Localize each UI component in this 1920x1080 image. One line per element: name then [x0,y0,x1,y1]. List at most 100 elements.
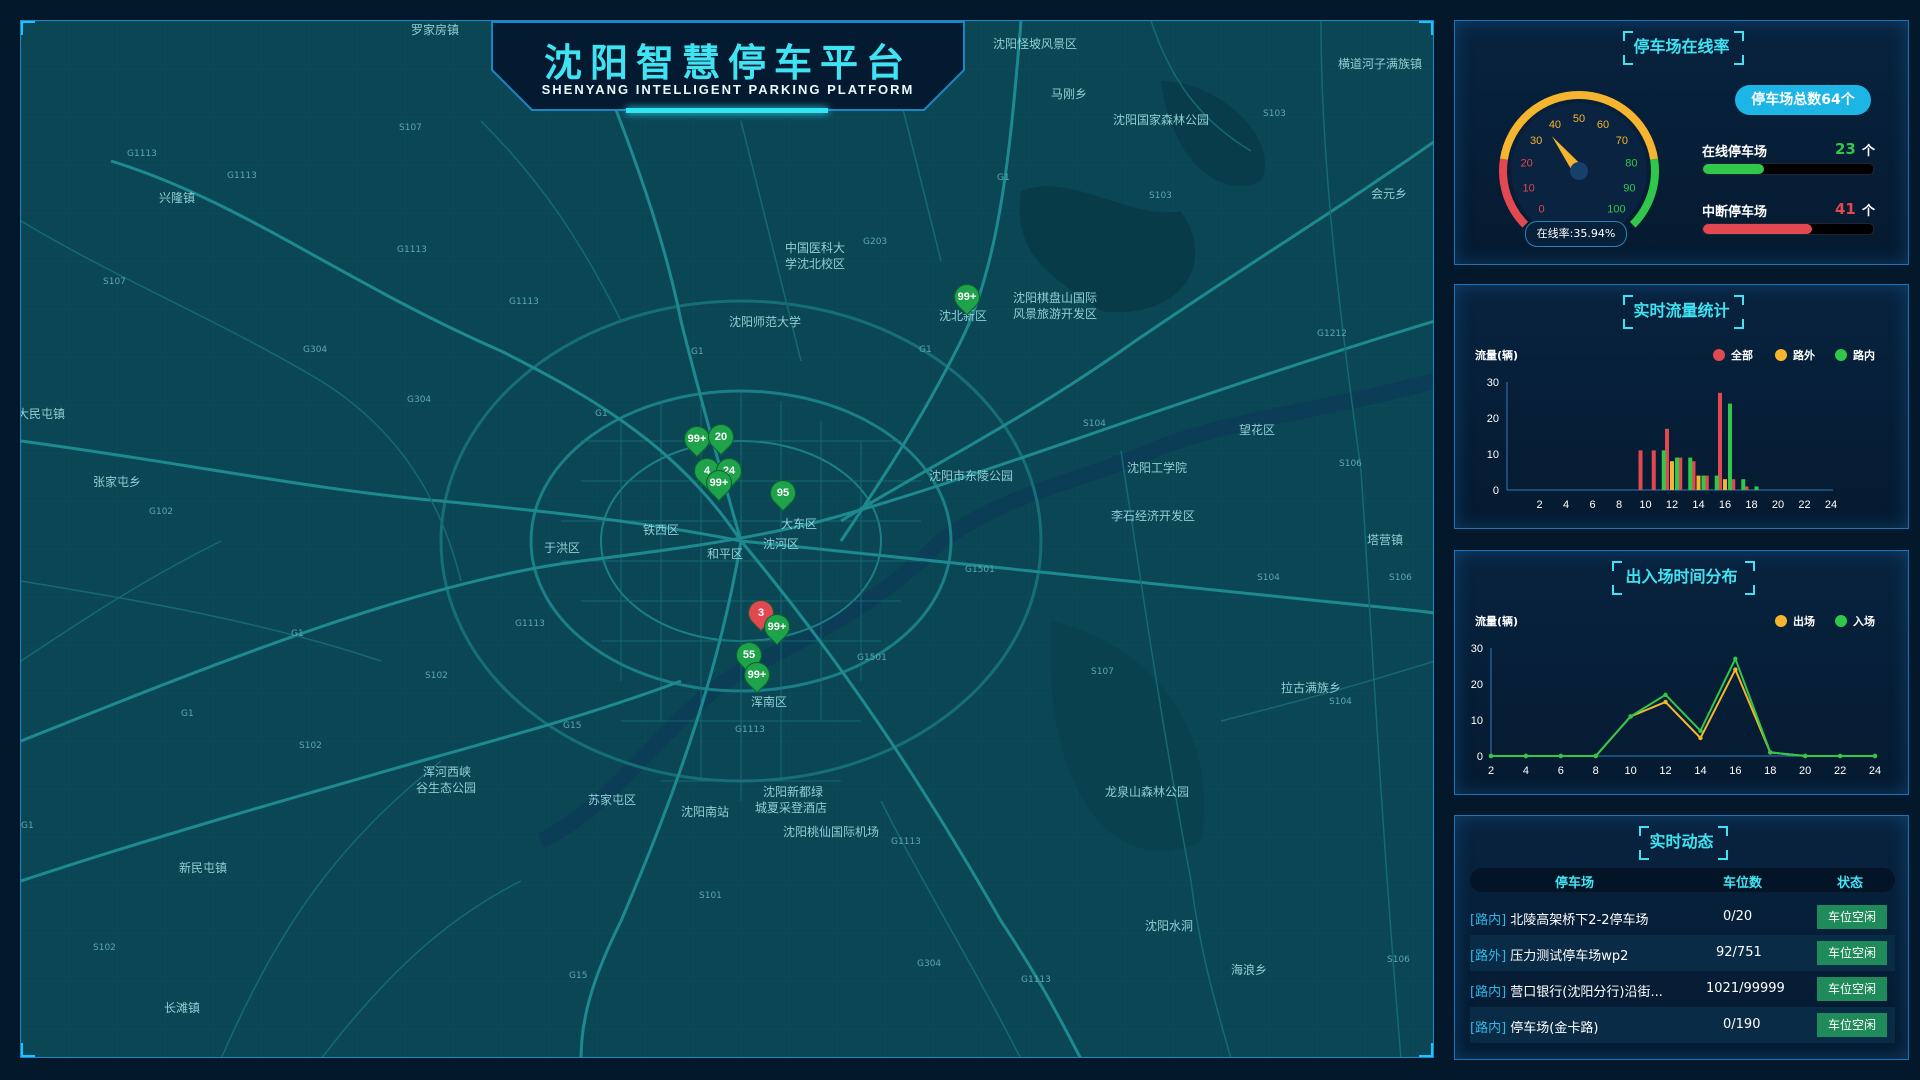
x-tick-label: 14 [1692,499,1704,511]
entry-exit-panel: 出入场时间分布 流量(辆) 出场 入场 0 10 20 30 2 4 6 8 10 12 14 16 1… [1454,550,1909,795]
road-label: G1 [21,821,34,831]
parking-marker[interactable]: 95 [764,474,802,512]
place-label: 张家屯乡 [93,475,142,489]
legend-label: 出场 [1793,615,1815,628]
x-tick-label: 14 [1694,765,1706,777]
parking-name-cell: [路内] 停车场(金卡路) [1470,1017,1598,1036]
total-parking-badge: 停车场总数64个 [1735,85,1871,115]
x-tick-label: 20 [1772,499,1784,511]
table-row[interactable]: [路外] 压力测试停车场wp2 92/751 车位空闲 [1470,935,1895,971]
place-label: 浑南区 [751,695,788,709]
x-tick-label: 6 [1558,765,1564,777]
map-corner [1419,21,1433,35]
table-row[interactable]: [路内] 营口银行(沈阳分行)沿街... 1021/99999 车位空闲 [1470,971,1895,1007]
gauge-tick-label: 40 [1549,119,1561,131]
road-label: G1 [919,345,932,355]
parking-marker[interactable]: 99+ [738,656,776,694]
parking-marker[interactable]: 20 [702,418,740,456]
parking-name-cell: [路外] 压力测试停车场wp2 [1470,945,1628,964]
road-label: S101 [699,891,722,901]
panel-title: 出入场时间分布 [1625,567,1738,586]
x-tick-label: 8 [1593,765,1599,777]
x-tick-label: 8 [1616,499,1622,511]
road-label: G1 [997,173,1010,183]
spaces-cell: 92/751 [1716,945,1762,960]
x-tick-label: 10 [1625,765,1637,777]
flow-bar [1688,457,1693,490]
x-tick-label: 6 [1589,499,1595,511]
flow-bar [1701,475,1706,490]
y-tick-label: 0 [1477,751,1483,763]
road-label: G1 [691,347,704,357]
page-title: 沈阳智慧停车平台 [543,41,912,85]
status-badge[interactable]: 车位空闲 [1817,977,1887,1001]
place-label: 沈阳市东陵公园 [929,469,1014,483]
table-header-bar [1470,868,1895,892]
table-row[interactable]: [路内] 停车场(金卡路) 0/190 车位空闲 [1470,1007,1895,1043]
realtime-dynamics-panel: 实时动态 停车场 车位数 状态 [路内] 北陵高架桥下2-2停车场 0/20 车… [1454,815,1909,1060]
table-row[interactable]: [路内] 北陵高架桥下2-2停车场 0/20 车位空闲 [1470,899,1895,935]
status-badge[interactable]: 车位空闲 [1817,1013,1887,1037]
flow-ylabel: 流量(辆) [1475,349,1519,362]
place-label: 大东区 [781,517,818,531]
parking-marker[interactable]: 99+ [700,464,738,502]
parking-marker[interactable]: 99+ [948,278,986,316]
road-label: S106 [1339,459,1362,469]
status-badge[interactable]: 车位空闲 [1817,905,1887,929]
place-label: 苏家屯区 [588,793,637,807]
parking-name-cell: [路内] 营口银行(沈阳分行)沿街... [1470,981,1663,1000]
parking-marker[interactable]: 99+ [758,608,796,646]
legend-entry: 入场 [1835,613,1875,629]
legend-label: 路内 [1853,349,1875,362]
road-label: G1 [181,709,194,719]
x-tick-label: 12 [1666,499,1678,511]
y-tick-label: 30 [1471,643,1483,655]
flow-bar [1675,457,1679,490]
legend-dot [1775,349,1787,361]
road-label: G1 [291,629,304,639]
place-label: 沈河区 [763,537,800,551]
marker-count: 99+ [709,477,729,489]
online-unit: 个 [1862,144,1876,159]
road-label: S103 [1149,191,1172,201]
gauge-tick-label: 10 [1522,182,1534,194]
road-label: S106 [1389,573,1412,583]
entry-point [1768,750,1773,755]
place-label: 城夏采登酒店 [755,801,828,815]
road-label: G203 [863,237,888,247]
road-label: S104 [1083,419,1106,429]
flow-bar [1661,450,1666,490]
x-tick-label: 10 [1639,499,1651,511]
place-label: 中国医科大 [785,241,846,255]
online-bar-fill [1703,164,1765,174]
x-tick-label: 20 [1799,765,1811,777]
place-label: 海浪乡 [1231,963,1268,977]
road-label: S104 [1257,573,1280,583]
entry-point [1733,667,1738,672]
online-rate-panel: 停车场在线率 0 10 20 30 40 50 60 70 80 90 100 在线率:35.94%… [1454,20,1909,265]
place-label: 沈阳师范大学 [729,315,802,329]
spaces-cell: 1021/99999 [1706,981,1785,996]
status-badge[interactable]: 车位空闲 [1817,941,1887,965]
flow-stats-panel: 实时流量统计 流量(辆) 全部 路外 路内 0 10 20 30 2 4 6 8 10 12 14 1… [1454,284,1909,529]
flow-bar [1670,461,1674,490]
road-label: S102 [93,943,116,953]
spaces-cell: 0/190 [1723,1017,1761,1032]
road-label: G1501 [857,653,887,663]
place-label: 学沈北校区 [785,257,846,271]
road-label: G1 [595,409,608,419]
city-map[interactable]: 罗家房镇 沈阳怪坡风景区 横道河子满族镇 马刚乡 沈阳国家森林公园 会元乡 兴隆镇 中国医科大… [20,20,1434,1058]
road-label: G304 [407,395,432,405]
road-label: S107 [103,277,126,287]
legend-exit: 出场 [1775,613,1815,629]
x-tick-label: 24 [1869,765,1881,777]
gauge-tick-label: 20 [1521,158,1533,170]
road-label: G102 [149,507,174,517]
place-label: 会元乡 [1371,187,1408,201]
entry-point [1628,714,1633,719]
place-label: 龙泉山森林公园 [1105,785,1190,799]
y-tick-label: 10 [1471,715,1483,727]
online-count: 23 [1835,140,1856,158]
offline-bar-track [1702,223,1874,235]
page-subtitle: SHENYANG INTELLIGENT PARKING PLATFORM [541,82,915,97]
